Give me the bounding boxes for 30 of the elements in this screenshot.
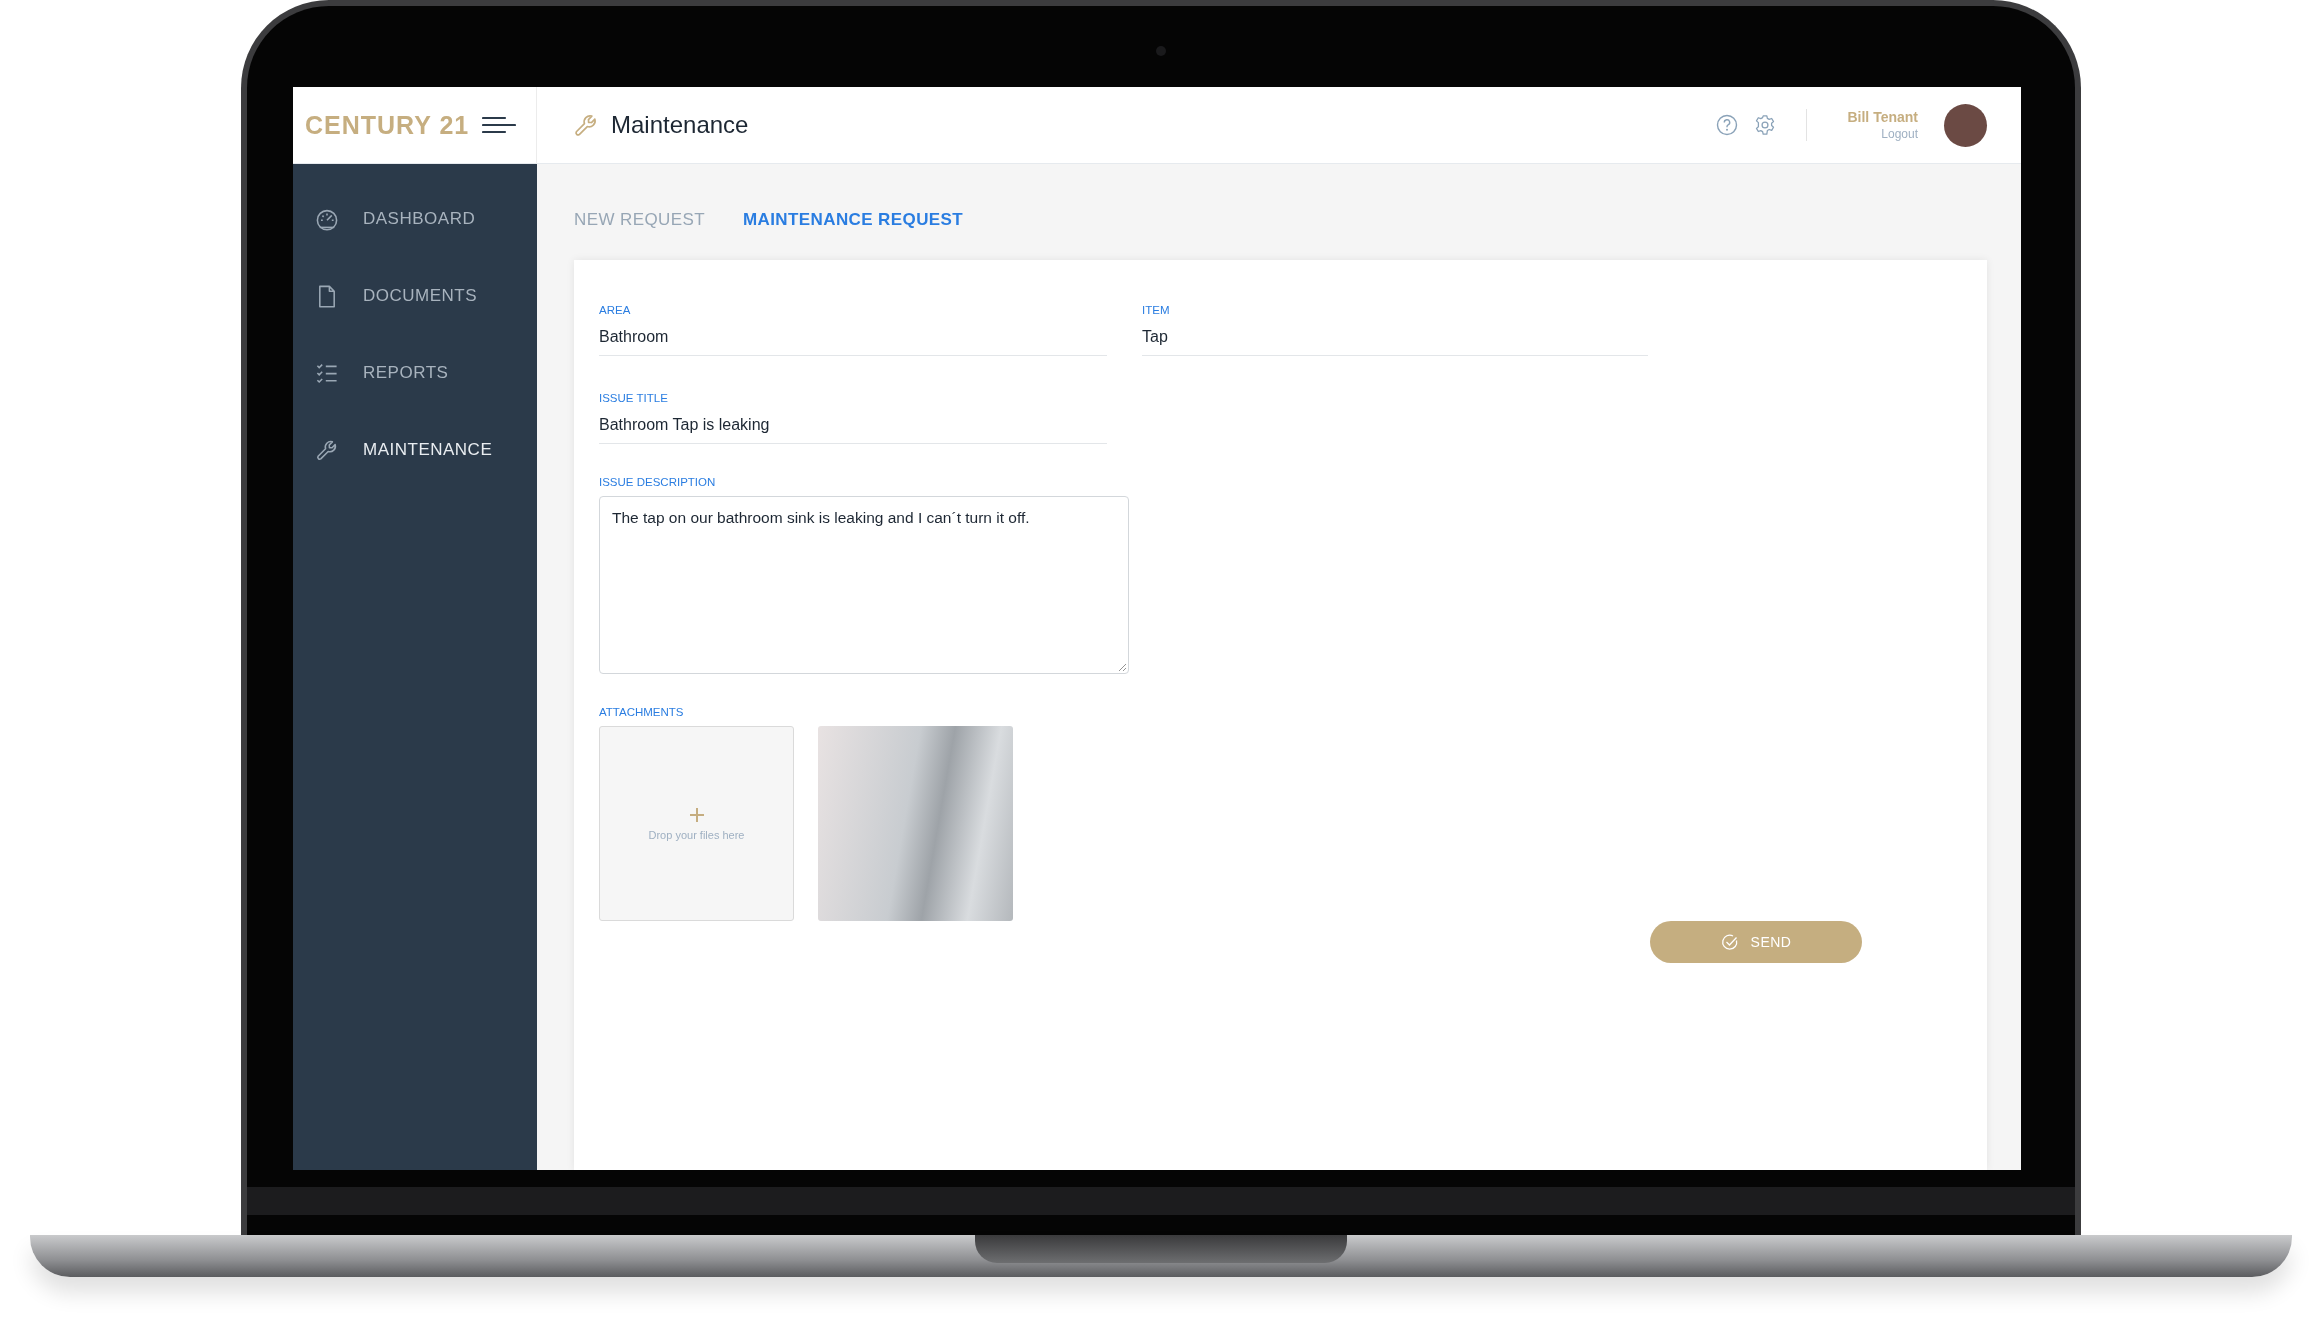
drop-zone-hint: Drop your files here (648, 828, 745, 841)
tab[interactable]: MAINTENANCE REQUEST (742, 204, 964, 236)
page-title: Maintenance (611, 111, 749, 139)
menu-icon[interactable] (482, 115, 516, 135)
input-field[interactable]: Tap (1142, 324, 1648, 356)
sidebar-item[interactable]: MAINTENANCE (293, 431, 537, 469)
avatar[interactable] (1944, 103, 1987, 147)
wrench-icon (573, 112, 599, 138)
field-label: AREA (599, 304, 632, 316)
gauge-icon (315, 207, 339, 231)
sidebar-item[interactable]: DOCUMENTS (293, 277, 537, 315)
checklist-icon (315, 361, 339, 385)
field-label: ATTACHMENTS (599, 706, 685, 718)
brand-logo: CENTURY 21 (305, 110, 470, 140)
help-icon[interactable] (1716, 114, 1739, 136)
input-field[interactable]: Bathroom (599, 324, 1107, 356)
plus-icon (688, 806, 705, 823)
settings-icon[interactable] (1754, 114, 1777, 136)
check-circle-icon (1720, 933, 1739, 951)
user-name: Bill Tenant (1847, 109, 1918, 125)
input-field[interactable]: Bathroom Tap is leaking (599, 412, 1107, 444)
field-label: ISSUE TITLE (599, 392, 669, 404)
resize-handle-icon[interactable] (1118, 663, 1126, 671)
camera-dot (1156, 46, 1166, 56)
sidebar-item[interactable]: DASHBOARD (293, 200, 537, 238)
field-label: ITEM (1142, 304, 1171, 316)
text-area[interactable]: The tap on our bathroom sink is leaking and I can´t turn it off. (599, 496, 1129, 674)
field-label: ISSUE DESCRIPTION (599, 476, 717, 488)
wrench-icon (315, 438, 339, 462)
sidebar-item[interactable]: REPORTS (293, 354, 537, 392)
